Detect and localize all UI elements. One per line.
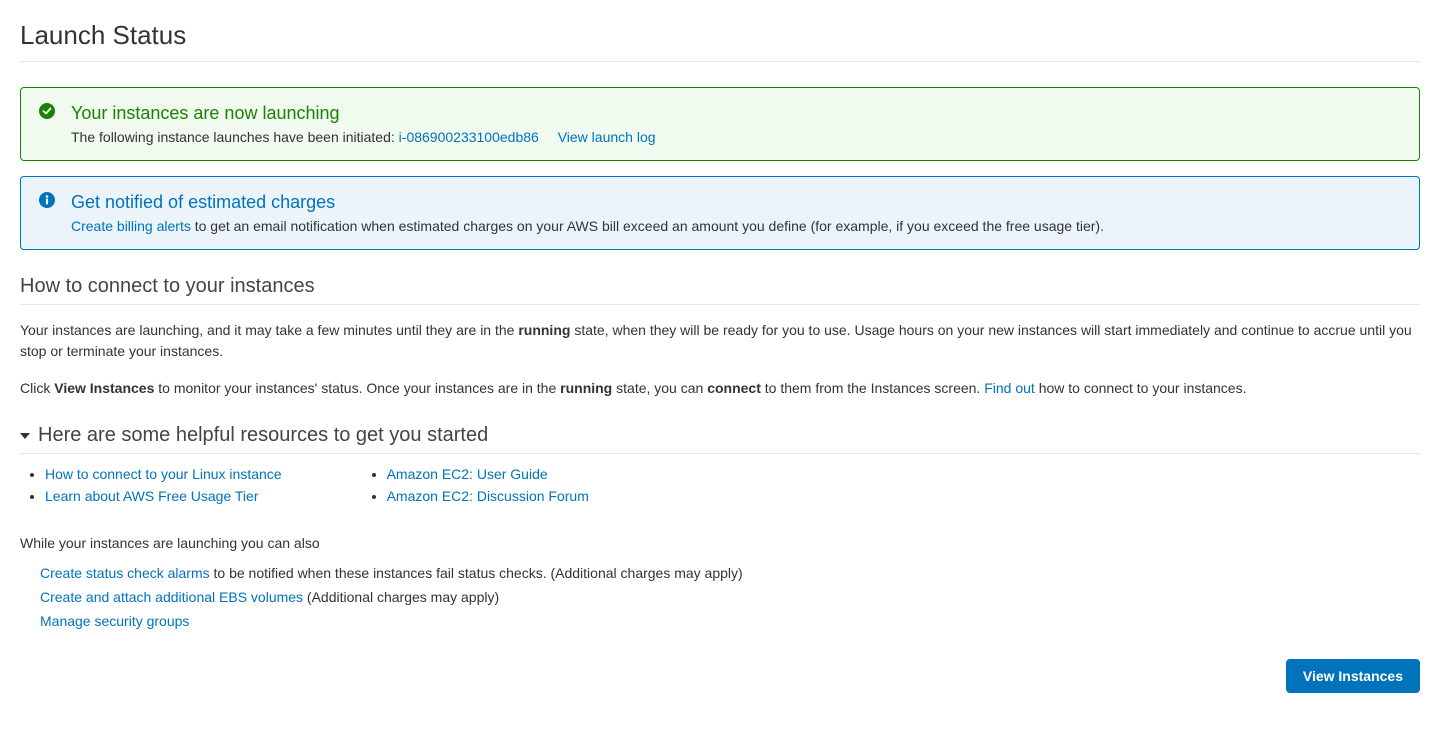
billing-info-alert: Get notified of estimated charges Create… [20, 176, 1420, 250]
create-ebs-volumes-link[interactable]: Create and attach additional EBS volumes [40, 589, 303, 605]
instance-id-link[interactable]: i-086900233100edb86 [399, 129, 539, 145]
success-body-prefix: The following instance launches have bee… [71, 129, 399, 145]
action-item-security-groups: Manage security groups [40, 613, 1420, 629]
info-alert-body: Create billing alerts to get an email no… [71, 218, 1399, 234]
connect-paragraph-1: Your instances are launching, and it may… [20, 320, 1420, 362]
action-item-status-alarms: Create status check alarms to be notifie… [40, 565, 1420, 581]
while-launching-actions: Create status check alarms to be notifie… [20, 565, 1420, 629]
info-body-suffix: to get an email notification when estima… [191, 218, 1104, 234]
info-alert-title: Get notified of estimated charges [71, 192, 1399, 213]
page-title: Launch Status [20, 20, 1420, 62]
resource-link-linux-connect[interactable]: How to connect to your Linux instance [45, 466, 282, 482]
check-circle-icon [39, 103, 57, 121]
resource-link-user-guide[interactable]: Amazon EC2: User Guide [387, 466, 548, 482]
resources-columns: How to connect to your Linux instance Le… [20, 466, 1420, 510]
success-alert-title: Your instances are now launching [71, 103, 1399, 124]
view-instances-button[interactable]: View Instances [1286, 659, 1420, 693]
resources-collapsible-header[interactable]: Here are some helpful resources to get y… [20, 424, 1420, 454]
resources-col-1: How to connect to your Linux instance Le… [20, 466, 282, 510]
create-billing-alerts-link[interactable]: Create billing alerts [71, 218, 191, 234]
caret-down-icon [20, 433, 30, 439]
find-out-link[interactable]: Find out [984, 380, 1035, 396]
connect-section-title: How to connect to your instances [20, 275, 1420, 305]
footer-actions: View Instances [20, 659, 1420, 693]
create-status-check-alarms-link[interactable]: Create status check alarms [40, 565, 210, 581]
view-launch-log-link[interactable]: View launch log [558, 129, 656, 145]
resource-link-discussion-forum[interactable]: Amazon EC2: Discussion Forum [387, 488, 589, 504]
resource-link-free-tier[interactable]: Learn about AWS Free Usage Tier [45, 488, 258, 504]
success-alert-body: The following instance launches have bee… [71, 129, 1399, 145]
info-circle-icon [39, 192, 57, 210]
launch-success-alert: Your instances are now launching The fol… [20, 87, 1420, 161]
while-launching-intro: While your instances are launching you c… [20, 535, 1420, 551]
connect-paragraph-2: Click View Instances to monitor your ins… [20, 378, 1420, 399]
action-item-ebs-volumes: Create and attach additional EBS volumes… [40, 589, 1420, 605]
resources-col-2: Amazon EC2: User Guide Amazon EC2: Discu… [362, 466, 589, 510]
resources-title: Here are some helpful resources to get y… [38, 424, 488, 447]
manage-security-groups-link[interactable]: Manage security groups [40, 613, 189, 629]
